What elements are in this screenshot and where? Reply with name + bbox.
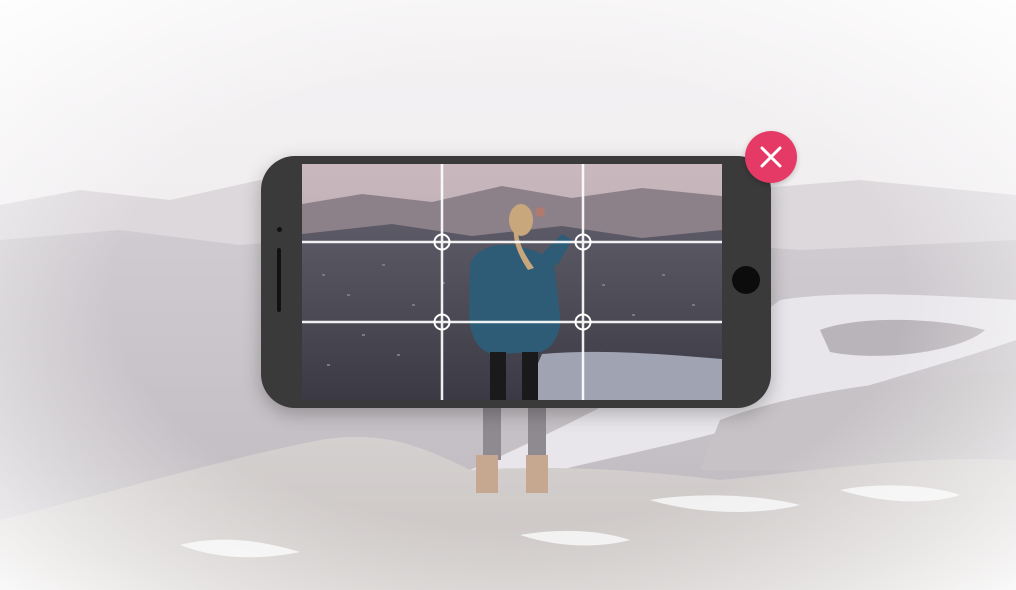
rule-of-thirds-grid [302, 164, 722, 400]
close-icon [760, 146, 782, 168]
phone-device [261, 156, 771, 408]
front-camera-dot [277, 227, 282, 232]
camera-grid-stage [0, 0, 1016, 590]
close-button[interactable] [745, 131, 797, 183]
camera-viewfinder-screen[interactable] [302, 164, 722, 400]
speaker-slot [277, 248, 281, 312]
home-button[interactable] [732, 266, 760, 294]
